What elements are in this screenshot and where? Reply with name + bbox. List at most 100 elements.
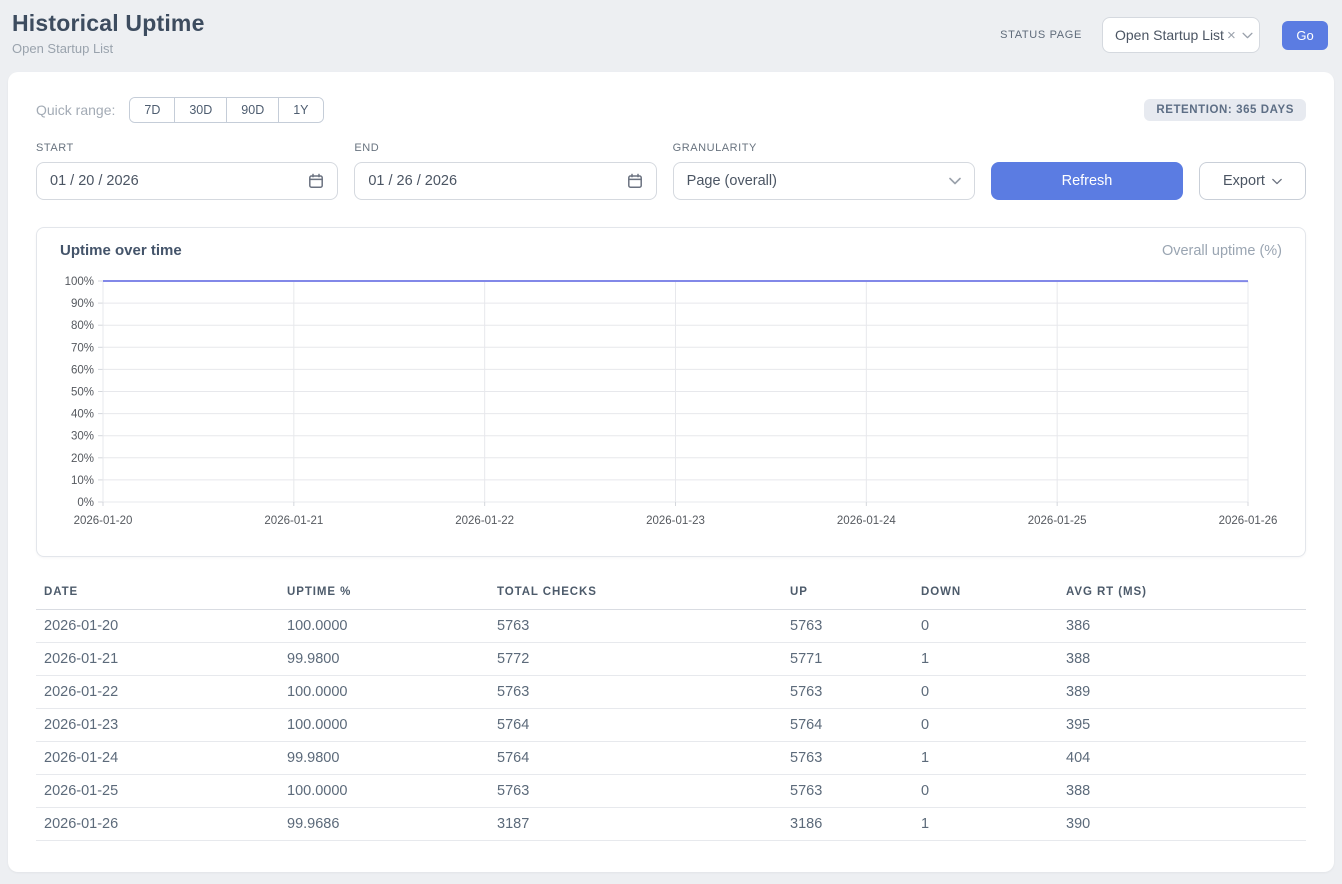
table-cell: 0 (913, 676, 1058, 709)
y-axis-label: 80% (71, 320, 94, 332)
table-cell: 5763 (782, 742, 913, 775)
y-axis-label: 100% (65, 276, 94, 288)
table-cell: 5763 (782, 610, 913, 643)
start-date-input[interactable]: 01 / 20 / 2026 (36, 162, 338, 200)
table-cell: 2026-01-23 (36, 709, 279, 742)
uptime-line-chart: 100%90%80%70%60%50%40%30%20%10%0%2026-01… (52, 271, 1290, 533)
x-axis-label: 2026-01-23 (646, 515, 705, 527)
granularity-selected-value: Page (overall) (687, 173, 777, 189)
table-cell: 100.0000 (279, 676, 489, 709)
page-header: Historical Uptime Open Startup List STAT… (0, 0, 1342, 72)
table-cell: 388 (1058, 643, 1306, 676)
table-cell: 2026-01-21 (36, 643, 279, 676)
table-cell: 2026-01-24 (36, 742, 279, 775)
table-row: 2026-01-2199.9800577257711388 (36, 643, 1306, 676)
table-cell: 99.9800 (279, 742, 489, 775)
calendar-icon[interactable] (627, 173, 643, 189)
x-axis-label: 2026-01-25 (1028, 515, 1087, 527)
go-button[interactable]: Go (1282, 21, 1328, 50)
table-cell: 5764 (489, 742, 782, 775)
table-cell: 5771 (782, 643, 913, 676)
table-cell: 3187 (489, 808, 782, 841)
calendar-icon[interactable] (308, 173, 324, 189)
export-label: Export (1223, 173, 1265, 189)
column-header: DATE (36, 581, 279, 610)
table-cell: 100.0000 (279, 775, 489, 808)
table-cell: 0 (913, 775, 1058, 808)
table-cell: 5763 (782, 676, 913, 709)
table-cell: 5763 (489, 676, 782, 709)
y-axis-label: 10% (71, 475, 94, 487)
column-header: UPTIME % (279, 581, 489, 610)
table-cell: 5772 (489, 643, 782, 676)
table-header-row: DATEUPTIME %TOTAL CHECKSUPDOWNAVG RT (MS… (36, 581, 1306, 610)
quick-range-1y-button[interactable]: 1Y (278, 98, 322, 122)
table-cell: 3186 (782, 808, 913, 841)
chart-header: Uptime over time Overall uptime (%) (52, 242, 1290, 259)
column-header: UP (782, 581, 913, 610)
table-cell: 100.0000 (279, 709, 489, 742)
table-cell: 0 (913, 610, 1058, 643)
granularity-select[interactable]: Page (overall) (673, 162, 975, 200)
quick-range-label: Quick range: (36, 102, 115, 118)
start-label: START (36, 142, 338, 154)
column-header: AVG RT (MS) (1058, 581, 1306, 610)
x-axis-label: 2026-01-20 (74, 515, 133, 527)
page-subtitle: Open Startup List (12, 41, 205, 56)
table-cell: 2026-01-22 (36, 676, 279, 709)
chevron-down-icon (1242, 32, 1253, 39)
uptime-table: DATEUPTIME %TOTAL CHECKSUPDOWNAVG RT (MS… (36, 581, 1306, 841)
table-cell: 0 (913, 709, 1058, 742)
refresh-button[interactable]: Refresh (991, 162, 1183, 200)
x-axis-label: 2026-01-21 (264, 515, 323, 527)
uptime-chart-card: Uptime over time Overall uptime (%) 100%… (36, 227, 1306, 557)
table-cell: 2026-01-26 (36, 808, 279, 841)
table-cell: 5763 (489, 775, 782, 808)
start-date-field: START 01 / 20 / 2026 (36, 142, 338, 200)
table-row: 2026-01-22100.0000576357630389 (36, 676, 1306, 709)
end-label: END (354, 142, 656, 154)
y-axis-label: 70% (71, 342, 94, 354)
clear-selection-icon[interactable]: × (1227, 28, 1236, 43)
y-axis-label: 60% (71, 364, 94, 376)
chart-title: Uptime over time (60, 242, 182, 259)
status-page-select[interactable]: Open Startup List × (1102, 17, 1260, 53)
title-block: Historical Uptime Open Startup List (12, 10, 205, 56)
quick-range-30d-button[interactable]: 30D (174, 98, 226, 122)
end-date-input[interactable]: 01 / 26 / 2026 (354, 162, 656, 200)
quick-range-7d-button[interactable]: 7D (130, 98, 174, 122)
end-date-value: 01 / 26 / 2026 (368, 173, 457, 189)
chart-legend: Overall uptime (%) (1162, 243, 1282, 259)
x-axis-label: 2026-01-24 (837, 515, 896, 527)
header-controls: STATUS PAGE Open Startup List × Go (1000, 17, 1328, 53)
x-axis-label: 2026-01-22 (455, 515, 514, 527)
table-cell: 99.9800 (279, 643, 489, 676)
table-row: 2026-01-20100.0000576357630386 (36, 610, 1306, 643)
table-cell: 99.9686 (279, 808, 489, 841)
column-header: DOWN (913, 581, 1058, 610)
table-cell: 100.0000 (279, 610, 489, 643)
y-axis-label: 50% (71, 387, 94, 399)
chevron-down-icon (1272, 173, 1282, 189)
table-cell: 404 (1058, 742, 1306, 775)
table-cell: 5764 (489, 709, 782, 742)
filters-row: START 01 / 20 / 2026 END 01 / 26 / 2026 (36, 142, 1306, 200)
table-cell: 5764 (782, 709, 913, 742)
main-panel: Quick range: 7D30D90D1Y RETENTION: 365 D… (8, 72, 1334, 872)
table-row: 2026-01-25100.0000576357630388 (36, 775, 1306, 808)
y-axis-label: 90% (71, 298, 94, 310)
table-cell: 5763 (489, 610, 782, 643)
table-cell: 389 (1058, 676, 1306, 709)
y-axis-label: 20% (71, 453, 94, 465)
page-title: Historical Uptime (12, 10, 205, 37)
table-cell: 388 (1058, 775, 1306, 808)
export-button[interactable]: Export (1199, 162, 1306, 200)
table-row: 2026-01-2699.9686318731861390 (36, 808, 1306, 841)
table-cell: 1 (913, 808, 1058, 841)
x-axis-label: 2026-01-26 (1219, 515, 1278, 527)
end-date-field: END 01 / 26 / 2026 (354, 142, 656, 200)
quick-range-90d-button[interactable]: 90D (226, 98, 278, 122)
column-header: TOTAL CHECKS (489, 581, 782, 610)
start-date-value: 01 / 20 / 2026 (50, 173, 139, 189)
status-page-label: STATUS PAGE (1000, 29, 1082, 41)
